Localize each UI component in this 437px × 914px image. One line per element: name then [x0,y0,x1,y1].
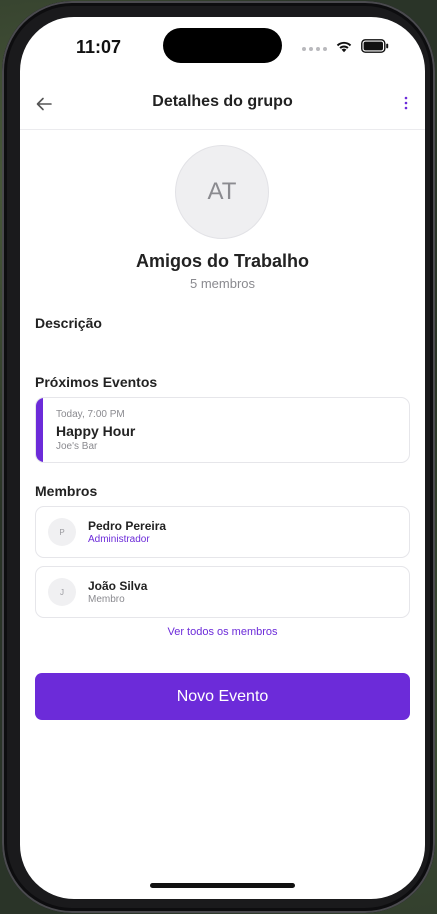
new-event-button[interactable]: Novo Evento [35,673,410,720]
event-card[interactable]: Today, 7:00 PM Happy Hour Joe's Bar [35,397,410,463]
phone-frame: 11:07 Detalhes do grupo AT Amigos do Tra… [2,1,435,913]
dynamic-island [163,28,282,63]
page-title: Detalhes do grupo [152,93,293,110]
event-title: Happy Hour [56,423,136,439]
event-location: Joe's Bar [56,441,98,452]
group-name: Amigos do Trabalho [135,251,309,271]
more-options-button[interactable] [399,92,413,114]
home-indicator[interactable] [150,883,295,888]
member-avatar: J [48,578,76,606]
battery-icon [361,39,389,58]
member-avatar: P [48,518,76,546]
app-screen: 11:07 Detalhes do grupo AT Amigos do Tra… [20,17,425,899]
status-time: 11:07 [76,37,122,57]
member-card[interactable]: P Pedro Pereira Administrador [35,506,410,558]
member-name: João Silva [88,579,148,593]
status-icons [302,39,389,58]
group-avatar: AT [175,145,269,239]
app-header: Detalhes do grupo [20,82,425,130]
view-all-members-link[interactable]: Ver todos os membros [20,626,425,638]
member-count: 5 membros [189,276,256,291]
more-vertical-icon [404,96,408,110]
wifi-icon [335,39,353,58]
event-accent-bar [36,398,43,462]
event-time: Today, 7:00 PM [56,409,125,420]
member-name: Pedro Pereira [88,519,167,533]
member-role: Administrador [88,534,150,545]
cellular-signal-icon [302,46,327,51]
member-card[interactable]: J João Silva Membro [35,566,410,618]
description-heading: Descrição [35,315,102,331]
members-heading: Membros [35,483,98,499]
member-role: Membro [88,594,125,605]
events-heading: Próximos Eventos [35,374,158,390]
